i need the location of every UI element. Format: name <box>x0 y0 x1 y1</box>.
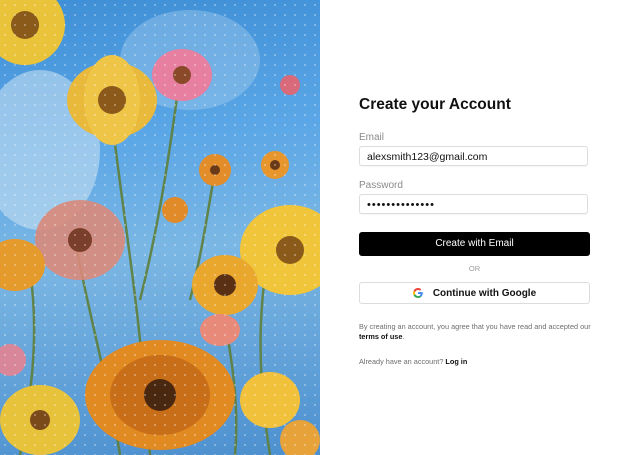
password-field[interactable]: •••••••••••••• <box>359 194 588 214</box>
terms-of-use-link[interactable]: terms of use <box>359 332 402 341</box>
login-prompt: Already have an account? Log in <box>359 357 590 366</box>
create-with-email-button[interactable]: Create with Email <box>359 232 590 256</box>
continue-with-google-button[interactable]: Continue with Google <box>359 282 590 304</box>
or-divider: OR <box>468 264 481 273</box>
terms-notice: By creating an account, you agree that y… <box>359 322 594 341</box>
google-button-label: Continue with Google <box>432 287 537 299</box>
page-title: Create your Account <box>359 96 511 113</box>
log-in-link[interactable]: Log in <box>445 357 467 366</box>
hero-image <box>0 0 320 455</box>
terms-period: . <box>402 331 405 341</box>
terms-text: By creating an account, you agree that y… <box>359 322 591 331</box>
email-field[interactable]: alexsmith123@gmail.com <box>359 146 588 166</box>
login-prompt-text: Already have an account? <box>359 357 446 366</box>
dot-overlay <box>0 0 320 455</box>
email-label: Email <box>359 132 385 143</box>
password-label: Password <box>359 180 403 191</box>
google-icon <box>412 288 423 298</box>
